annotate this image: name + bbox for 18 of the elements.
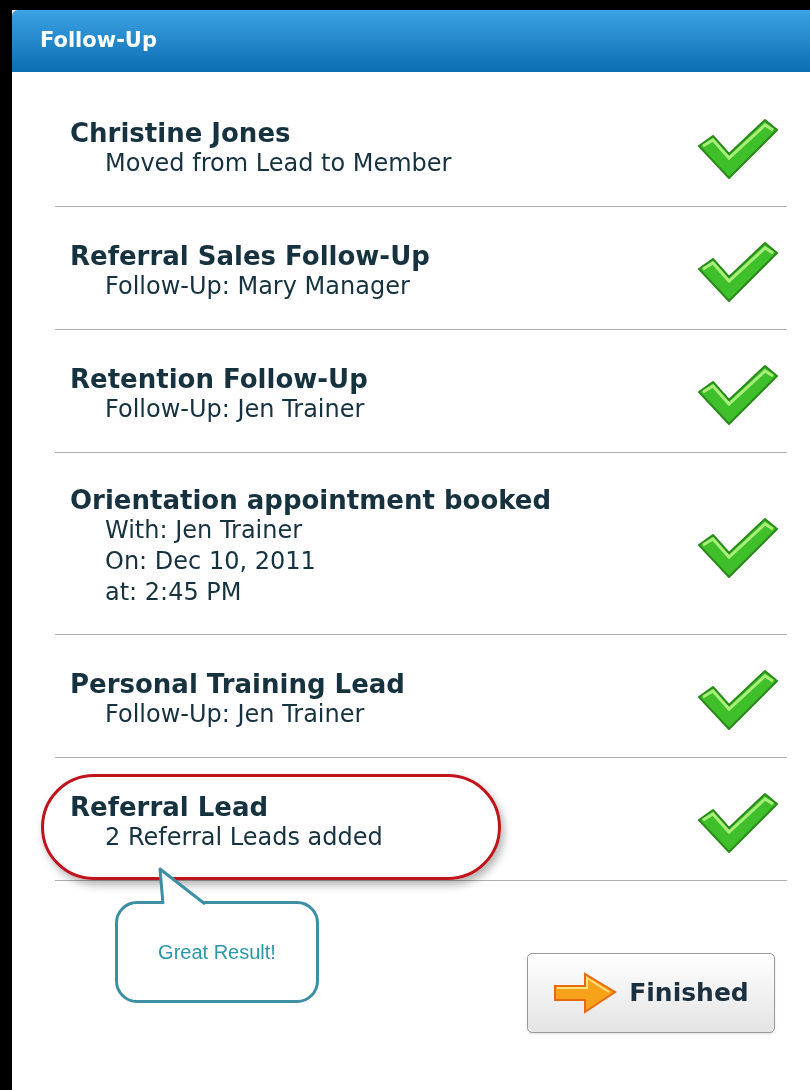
item-detail: Follow-Up: Jen Trainer [104, 699, 366, 730]
item-title: Orientation appointment booked [70, 485, 553, 515]
item-detail: Moved from Lead to Member [104, 148, 453, 179]
finished-button[interactable]: Finished [527, 953, 775, 1033]
item-title: Personal Training Lead [70, 668, 406, 699]
item-title: Referral Lead [70, 791, 270, 822]
item-title: Christine Jones [70, 117, 292, 148]
item-detail: Follow-Up: Jen Trainer [104, 394, 366, 425]
callout-text: Great Result! [158, 940, 276, 965]
item-detail: at: 2:45 PM [104, 577, 243, 608]
item-detail: With: Jen Trainer [104, 515, 304, 546]
window-title: Follow-Up [40, 27, 157, 55]
item-title: Referral Sales Follow-Up [70, 240, 431, 271]
arrow-icon [553, 970, 618, 1016]
item-detail: Follow-Up: Mary Manager [104, 271, 411, 302]
item-detail: On: Dec 10, 2011 [104, 546, 317, 577]
item-title: Retention Follow-Up [70, 363, 369, 394]
item-detail: 2 Referral Leads added [104, 821, 384, 853]
